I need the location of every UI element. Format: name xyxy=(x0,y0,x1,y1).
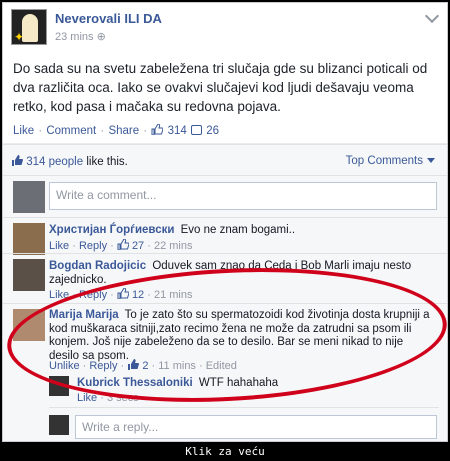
comment-meta: Like · Reply · 27 · 22 mins xyxy=(49,238,193,252)
commenter-name[interactable]: Marija Marija xyxy=(49,309,119,321)
comment-bubble-icon xyxy=(191,125,202,135)
thumbs-up-icon xyxy=(11,155,23,166)
comment-like-count[interactable]: 27 xyxy=(132,240,144,252)
commenter-name[interactable]: Bogdan Radojicic xyxy=(49,260,146,272)
write-comment-input[interactable]: Write a comment... xyxy=(49,182,437,210)
comment-3: Marija Marija To je zato što su spermato… xyxy=(49,309,434,363)
like-link[interactable]: Like xyxy=(49,240,69,252)
likes-count-link[interactable]: 314 people xyxy=(26,156,83,168)
comment-like-count[interactable]: 2 xyxy=(142,360,148,372)
comment-meta: Like · 3 secs xyxy=(77,392,139,404)
commenter-name[interactable]: Kubrick Thessaloniki xyxy=(77,377,193,389)
post-card: ✦ Neverovali ILI DA 23 mins ⊕ Do sada su… xyxy=(3,3,447,143)
globe-icon: ⊕ xyxy=(96,31,106,43)
comment-1: Христијан Ѓорѓиевски Evo ne znam bogami.… xyxy=(49,224,434,238)
thumbs-up-icon xyxy=(151,123,164,136)
comment-time[interactable]: 3 secs xyxy=(107,392,139,404)
reply-link[interactable]: Reply xyxy=(79,289,107,301)
divider xyxy=(3,175,447,176)
post-text: Do sada su na svetu zabeležena tri sluča… xyxy=(13,61,428,114)
divider xyxy=(3,217,447,218)
thumbs-up-icon xyxy=(127,359,140,370)
post-timestamp[interactable]: 23 mins ⊕ xyxy=(55,30,106,43)
avatar[interactable] xyxy=(13,259,45,291)
divider xyxy=(3,303,447,304)
thumbs-up-icon xyxy=(117,238,130,251)
comment-text: Evo ne znam bogami.. xyxy=(180,224,296,236)
comment-link[interactable]: Comment xyxy=(46,125,96,137)
thumbs-up-icon xyxy=(117,287,130,300)
comment-like-count[interactable]: 12 xyxy=(132,289,144,301)
post-actions: Like · Comment · Share · 314 26 xyxy=(13,123,219,137)
share-link[interactable]: Share xyxy=(108,125,139,137)
comment-meta: Like · Reply · 12 · 21 mins xyxy=(49,287,193,301)
unlike-link[interactable]: Unlike xyxy=(49,360,80,372)
like-link[interactable]: Like xyxy=(49,289,69,301)
reply-link[interactable]: Reply xyxy=(89,360,117,372)
enlarge-caption[interactable]: Klik za veću xyxy=(0,445,450,458)
comment-time[interactable]: 11 mins xyxy=(158,360,196,372)
write-reply-input[interactable]: Write a reply... xyxy=(75,415,437,439)
commenter-name[interactable]: Христијан Ѓорѓиевски xyxy=(49,224,174,236)
page-name[interactable]: Neverovali ILI DA xyxy=(55,11,162,26)
post-comment-count[interactable]: 26 xyxy=(206,125,219,137)
post-like-count[interactable]: 314 xyxy=(168,125,187,137)
avatar[interactable] xyxy=(49,415,69,435)
reply-link[interactable]: Reply xyxy=(79,240,107,252)
comments-section: 314 people like this. Top Comments Write… xyxy=(3,144,447,441)
comment-meta: Unlike · Reply · 2 · 11 mins · Edited xyxy=(49,359,237,372)
facebook-post-frame: ✦ Neverovali ILI DA 23 mins ⊕ Do sada su… xyxy=(2,2,448,442)
page-avatar[interactable]: ✦ xyxy=(11,9,47,45)
reply-1: Kubrick Thessaloniki WTF hahahaha xyxy=(77,377,417,391)
avatar[interactable] xyxy=(13,223,45,255)
comment-text: WTF hahahaha xyxy=(198,377,279,389)
like-link[interactable]: Like xyxy=(77,392,97,404)
avatar[interactable] xyxy=(13,309,45,341)
avatar[interactable] xyxy=(49,376,69,396)
likes-summary: 314 people like this. xyxy=(11,155,128,168)
comment-2: Bogdan Radojicic Oduvek sam znao da Ceda… xyxy=(49,260,434,287)
like-link[interactable]: Like xyxy=(13,125,34,137)
chevron-down-icon[interactable] xyxy=(424,8,440,24)
comment-time[interactable]: 22 mins xyxy=(154,240,193,252)
edited-label[interactable]: Edited xyxy=(206,360,237,372)
divider xyxy=(3,253,447,254)
avatar[interactable] xyxy=(13,181,45,213)
comment-time[interactable]: 21 mins xyxy=(154,289,193,301)
top-comments-dropdown[interactable]: Top Comments xyxy=(346,155,435,167)
divider xyxy=(49,407,439,408)
